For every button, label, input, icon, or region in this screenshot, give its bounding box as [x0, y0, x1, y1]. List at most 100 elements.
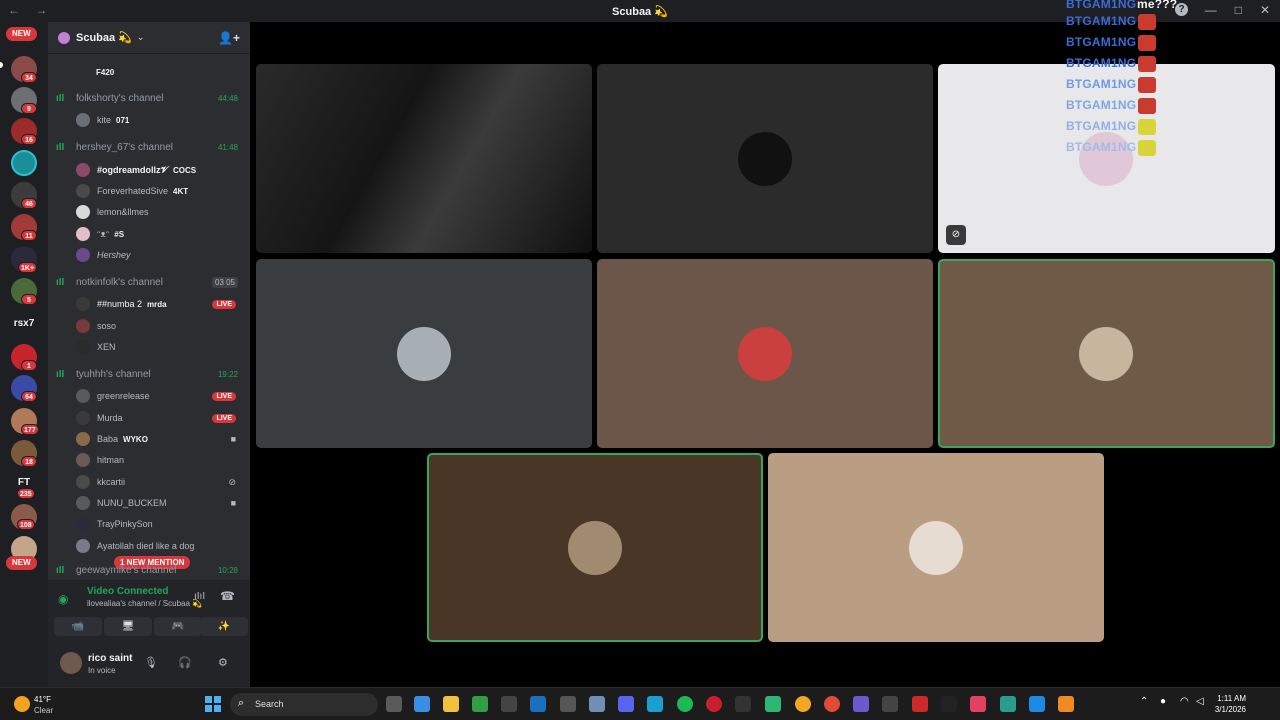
- taskbar-search[interactable]: ⌕ Search: [230, 693, 378, 716]
- voice-member[interactable]: ForeverhatedSive 4KT: [76, 181, 244, 201]
- new-unread-pill[interactable]: NEW: [6, 27, 37, 41]
- app-icon[interactable]: [882, 696, 898, 712]
- avatar: [76, 496, 90, 510]
- app-icon[interactable]: [735, 696, 751, 712]
- soundboard-button[interactable]: ✨: [200, 617, 248, 636]
- screen-share-button[interactable]: 🖥: [104, 617, 152, 636]
- noise-suppression-icon[interactable]: ıIıI: [194, 591, 205, 602]
- server-icon[interactable]: [11, 150, 37, 176]
- server-badge: 5: [21, 294, 37, 305]
- edge-icon[interactable]: [647, 696, 663, 712]
- wifi-icon[interactable]: ◠: [1180, 696, 1189, 707]
- show-hidden-icons[interactable]: ⌃: [1140, 696, 1148, 707]
- app-icon[interactable]: [1058, 696, 1074, 712]
- chrome-icon[interactable]: [824, 696, 840, 712]
- start-button[interactable]: [205, 696, 221, 712]
- voice-member[interactable]: hitman: [76, 450, 244, 470]
- voice-channel[interactable]: ıII hershey_67's channel 41:48: [56, 138, 244, 156]
- headset-icon[interactable]: 🎧: [178, 656, 192, 669]
- unread-indicator: [0, 62, 3, 68]
- camera-icon: ■: [230, 498, 236, 508]
- voice-member[interactable]: TrayPinkySon: [76, 514, 244, 534]
- guild-header[interactable]: Scubaa 💫 ⌄ 👤+: [48, 22, 250, 54]
- avatar: [909, 521, 963, 575]
- video-tile[interactable]: [256, 259, 592, 448]
- settings-app-icon[interactable]: [589, 696, 605, 712]
- app-icon[interactable]: [853, 696, 869, 712]
- opera-icon[interactable]: [706, 696, 722, 712]
- discord-app-icon[interactable]: [795, 696, 811, 712]
- minimize-button[interactable]: —: [1205, 3, 1217, 17]
- overlay-chat-line: BTGAM1NG: [1066, 140, 1137, 154]
- microphone-tray-icon[interactable]: ●: [1160, 696, 1166, 707]
- disconnect-icon[interactable]: ☎: [220, 589, 235, 603]
- steam-icon[interactable]: [530, 696, 546, 712]
- new-unread-pill[interactable]: NEW: [6, 556, 37, 570]
- voice-member[interactable]: Murda LIVE: [76, 408, 244, 428]
- close-button[interactable]: ✕: [1260, 3, 1270, 17]
- maximize-button[interactable]: □: [1235, 3, 1242, 17]
- voice-member[interactable]: #ogdreamdollz𝓥 COCS: [76, 160, 244, 180]
- member-name: Hershey: [97, 250, 131, 260]
- video-tile[interactable]: [768, 453, 1104, 642]
- voice-member[interactable]: lemon&llmes: [76, 202, 244, 222]
- member-name: TrayPinkySon: [97, 519, 153, 529]
- voice-member[interactable]: ᵔᴥᵔ #S: [76, 224, 244, 244]
- copilot-icon[interactable]: [414, 696, 430, 712]
- voice-channel[interactable]: ıII tyuhhh's channel 19:22: [56, 365, 244, 383]
- clock[interactable]: 1:11 AM 3/1/2026: [1215, 693, 1246, 715]
- tiktok-icon[interactable]: [970, 696, 986, 712]
- avatar: [738, 327, 792, 381]
- voice-channel-icon: ıII: [56, 564, 65, 576]
- voice-member[interactable]: Baba WYKO ■: [76, 429, 244, 449]
- avatar: [76, 319, 90, 333]
- server-text-icon[interactable]: rsx7: [6, 318, 42, 329]
- voice-channel[interactable]: ıII geewaymike's channel 10:28: [56, 564, 244, 576]
- spotify-icon[interactable]: [677, 696, 693, 712]
- app-icon[interactable]: [1029, 696, 1045, 712]
- task-view-icon[interactable]: [386, 696, 402, 712]
- activity-button[interactable]: 🎮: [154, 617, 202, 636]
- settings-icon[interactable]: ⚙: [218, 656, 228, 669]
- voice-member[interactable]: kite 071: [76, 110, 244, 130]
- volume-icon[interactable]: ◁: [1196, 696, 1204, 707]
- voice-member[interactable]: soso: [76, 316, 244, 336]
- video-tile[interactable]: [597, 64, 933, 253]
- video-tile-speaking[interactable]: [427, 453, 763, 642]
- voice-member[interactable]: XEN: [76, 337, 244, 357]
- file-explorer-icon[interactable]: [443, 696, 459, 712]
- server-text-icon[interactable]: FT: [6, 477, 42, 488]
- app-icon[interactable]: [765, 696, 781, 712]
- app-icon[interactable]: [941, 696, 957, 712]
- app-icon[interactable]: [501, 696, 517, 712]
- avatar: [738, 132, 792, 186]
- add-member-icon[interactable]: 👤+: [218, 31, 240, 45]
- app-icon[interactable]: [1000, 696, 1016, 712]
- voice-member[interactable]: kkcartii ⊘: [76, 472, 244, 492]
- avatar[interactable]: [60, 652, 82, 674]
- app-icon[interactable]: [618, 696, 634, 712]
- video-tile[interactable]: [597, 259, 933, 448]
- app-icon[interactable]: [912, 696, 928, 712]
- video-tile-speaking[interactable]: [938, 259, 1275, 448]
- server-badge: 1: [21, 360, 37, 371]
- camera-button[interactable]: 📹: [54, 617, 102, 636]
- voice-member[interactable]: NUNU_BUCKEM ■: [76, 493, 244, 513]
- voice-member[interactable]: Ayatollah died like a dog: [76, 536, 244, 556]
- avatar: [1079, 327, 1133, 381]
- voice-member[interactable]: ##numba 2 mrda LIVE: [76, 294, 244, 314]
- member-tag: COCS: [173, 165, 197, 175]
- voice-member[interactable]: Hershey: [76, 245, 244, 265]
- voice-location[interactable]: ilovealiaa's channel / Scubaa 💫: [87, 599, 202, 608]
- voice-member[interactable]: greenrelease LIVE: [76, 386, 244, 406]
- video-tile[interactable]: ⊘: [938, 64, 1275, 253]
- microphone-icon[interactable]: 🎙: [144, 656, 158, 669]
- voice-channel[interactable]: ıII folkshorty's channel 44:48: [56, 89, 244, 107]
- xbox-icon[interactable]: [472, 696, 488, 712]
- voice-channel[interactable]: ıII notkinfolk's channel 03 05: [56, 273, 244, 291]
- app-icon[interactable]: [560, 696, 576, 712]
- signal-icon[interactable]: ◉: [58, 592, 68, 606]
- avatar: [76, 432, 90, 446]
- stream-tile[interactable]: [256, 64, 592, 253]
- member-tag: mrda: [147, 299, 167, 309]
